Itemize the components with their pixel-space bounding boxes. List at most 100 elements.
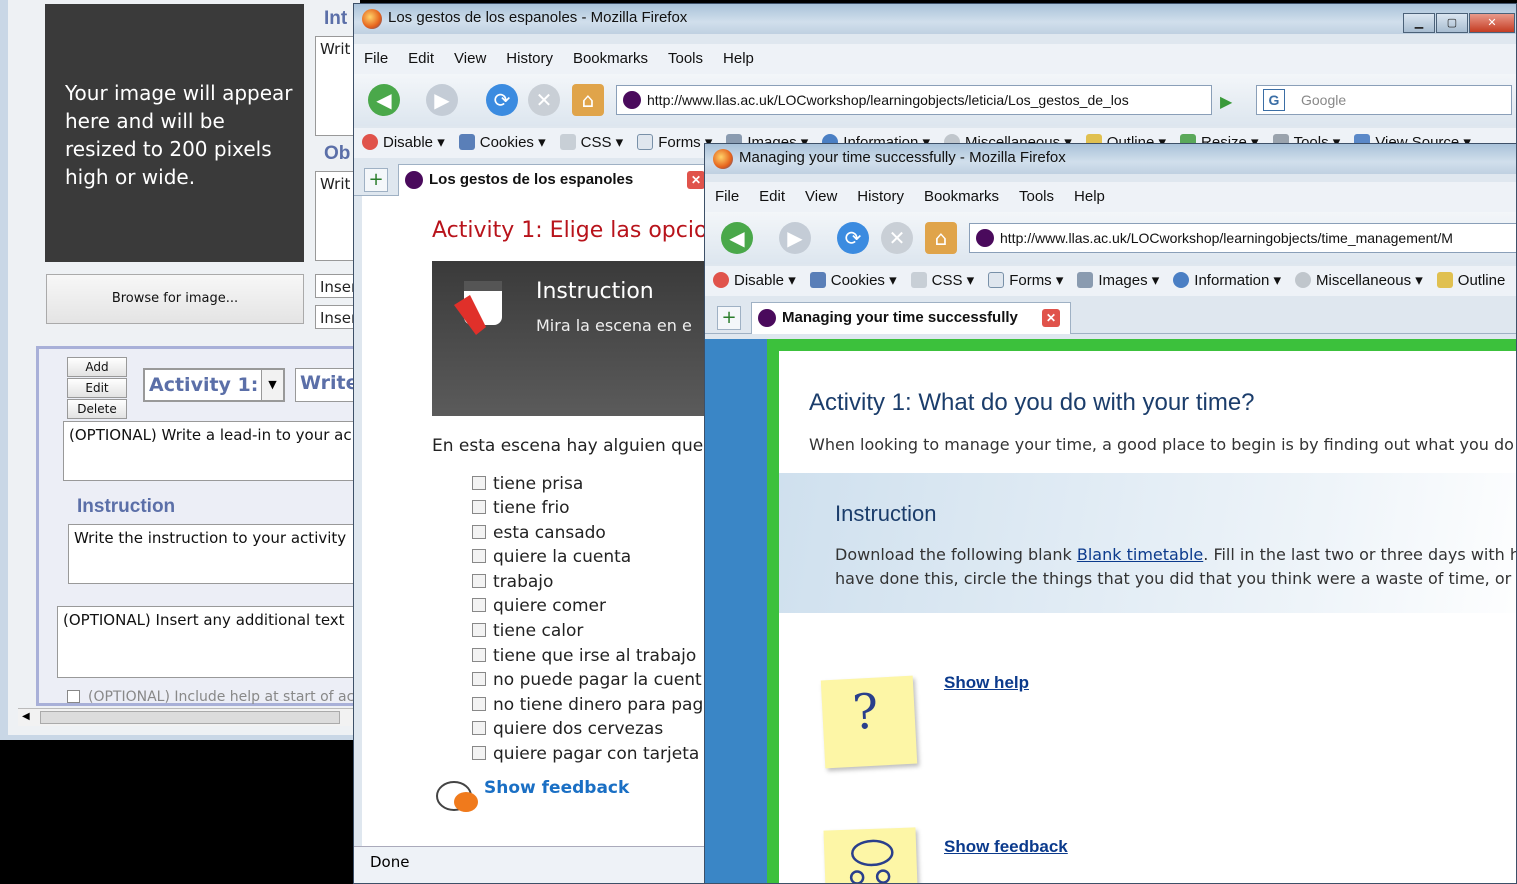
horizontal-scrollbar[interactable]: ◀ [18, 708, 360, 726]
scrollbar-thumb[interactable] [40, 711, 340, 724]
scroll-left-icon[interactable]: ◀ [22, 711, 30, 722]
window-title: Los gestos de los espanoles - Mozilla Fi… [388, 9, 688, 26]
page-content: Activity 1: What do you do with your tim… [705, 339, 1516, 883]
option-checkbox[interactable] [472, 549, 486, 563]
dev-forms[interactable]: Forms ▾ [988, 272, 1063, 289]
option-checkbox[interactable] [472, 525, 486, 539]
back-arrow-icon[interactable]: ◀ [368, 84, 400, 116]
menu-history[interactable]: History [506, 50, 553, 67]
dev-css[interactable]: CSS ▾ [559, 134, 623, 151]
url-bar[interactable]: http://www.llas.ac.uk/LOCworkshop/learni… [969, 223, 1516, 253]
title-bar[interactable]: Managing your time successfully - Mozill… [705, 144, 1516, 174]
maximize-button[interactable]: ▢ [1436, 13, 1468, 33]
blank-timetable-link[interactable]: Blank timetable [1077, 545, 1203, 564]
tab-close-icon[interactable]: ✕ [1042, 309, 1060, 327]
option-row[interactable]: no puede pagar la cuent [472, 670, 702, 690]
show-feedback-link[interactable]: Show feedback [484, 778, 629, 798]
new-tab-icon[interactable]: + [364, 168, 388, 192]
dev-outline[interactable]: Outline [1436, 272, 1505, 289]
disable-icon [362, 134, 378, 150]
navigation-toolbar: ◀ ▶ ⟳ ✕ ⌂ http://www.llas.ac.uk/LOCworks… [705, 212, 1516, 264]
search-input[interactable]: G Google [1256, 85, 1512, 115]
home-icon[interactable]: ⌂ [572, 84, 604, 116]
include-help-row[interactable]: (OPTIONAL) Include help at start of acti [67, 689, 360, 705]
option-checkbox[interactable] [472, 476, 486, 490]
new-tab-icon[interactable]: + [717, 306, 741, 330]
instruction-textarea[interactable]: Write the instruction to your activity [68, 524, 360, 584]
option-row[interactable]: tiene calor [472, 621, 583, 641]
option-checkbox[interactable] [472, 500, 486, 514]
dev-cookies[interactable]: Cookies ▾ [809, 272, 897, 289]
menu-tools[interactable]: Tools [668, 50, 703, 67]
show-feedback-link[interactable]: Show feedback [944, 837, 1068, 857]
menu-bookmarks[interactable]: Bookmarks [573, 50, 648, 67]
menu-help[interactable]: Help [723, 50, 754, 67]
stop-icon[interactable]: ✕ [881, 222, 913, 254]
menu-file[interactable]: File [364, 50, 388, 67]
menu-view[interactable]: View [454, 50, 486, 67]
stop-icon[interactable]: ✕ [528, 84, 560, 116]
forward-arrow-icon[interactable]: ▶ [426, 84, 458, 116]
menu-history[interactable]: History [857, 188, 904, 205]
close-button[interactable]: ✕ [1469, 13, 1515, 33]
option-row[interactable]: quiere dos cervezas [472, 719, 663, 739]
menu-view[interactable]: View [805, 188, 837, 205]
forward-arrow-icon[interactable]: ▶ [779, 222, 811, 254]
add-button[interactable]: Add [67, 357, 127, 377]
menu-edit[interactable]: Edit [408, 50, 434, 67]
option-checkbox[interactable] [472, 746, 486, 760]
option-row[interactable]: tiene que irse al trabajo [472, 646, 696, 666]
activity-title-field[interactable]: Write [295, 368, 360, 402]
option-checkbox[interactable] [472, 648, 486, 662]
dev-css[interactable]: CSS ▾ [910, 272, 974, 289]
dev-disable[interactable]: Disable ▾ [713, 272, 796, 289]
option-checkbox[interactable] [472, 574, 486, 588]
option-row[interactable]: trabajo [472, 572, 553, 592]
option-row[interactable]: quiere comer [472, 596, 606, 616]
reload-icon[interactable]: ⟳ [486, 84, 518, 116]
edit-button[interactable]: Edit [67, 378, 127, 398]
tab-close-icon[interactable]: ✕ [687, 171, 705, 189]
reload-icon[interactable]: ⟳ [837, 222, 869, 254]
option-checkbox[interactable] [472, 721, 486, 735]
option-checkbox[interactable] [472, 697, 486, 711]
dev-forms[interactable]: Forms ▾ [637, 134, 712, 151]
chevron-down-icon[interactable]: ▼ [261, 370, 283, 400]
url-bar[interactable]: http://www.llas.ac.uk/LOCworkshop/learni… [616, 85, 1212, 115]
option-label: quiere pagar con tarjeta [493, 744, 700, 764]
menu-file[interactable]: File [715, 188, 739, 205]
option-row[interactable]: tiene frio [472, 498, 570, 518]
menu-bookmarks[interactable]: Bookmarks [924, 188, 999, 205]
menu-help[interactable]: Help [1074, 188, 1105, 205]
option-row[interactable]: esta cansado [472, 523, 606, 543]
home-icon[interactable]: ⌂ [925, 222, 957, 254]
web-developer-toolbar: Disable ▾ Cookies ▾ CSS ▾ Forms ▾ Images ▾ In… [705, 266, 1516, 296]
dev-miscellaneous[interactable]: Miscellaneous ▾ [1295, 272, 1423, 289]
option-checkbox[interactable] [472, 623, 486, 637]
option-checkbox[interactable] [472, 598, 486, 612]
go-arrow-icon[interactable]: ▶ [1220, 92, 1232, 111]
option-row[interactable]: quiere la cuenta [472, 547, 631, 567]
dev-disable[interactable]: Disable ▾ [362, 134, 445, 151]
include-help-checkbox[interactable] [67, 690, 80, 703]
delete-button[interactable]: Delete [67, 399, 127, 419]
activity-select[interactable]: Activity 1: ▼ [143, 368, 285, 402]
tab-managing-time[interactable]: Managing your time successfully ✕ [751, 302, 1071, 334]
show-help-link[interactable]: Show help [944, 673, 1029, 693]
option-row[interactable]: tiene prisa [472, 474, 583, 494]
additional-textarea[interactable]: (OPTIONAL) Insert any additional text [57, 606, 360, 678]
dev-images[interactable]: Images ▾ [1077, 272, 1159, 289]
dev-cookies[interactable]: Cookies ▾ [458, 134, 546, 151]
leadin-textarea[interactable]: (OPTIONAL) Write a lead-in to your ac [63, 421, 360, 481]
minimize-button[interactable]: ▁ [1403, 13, 1435, 33]
tab-los-gestos[interactable]: Los gestos de los espanoles ✕ [398, 164, 708, 196]
back-arrow-icon[interactable]: ◀ [721, 222, 753, 254]
browse-image-button[interactable]: Browse for image... [46, 274, 304, 324]
option-checkbox[interactable] [472, 672, 486, 686]
option-row[interactable]: no tiene dinero para pag [472, 695, 703, 715]
title-bar[interactable]: Los gestos de los espanoles - Mozilla Fi… [354, 4, 1516, 34]
option-row[interactable]: quiere pagar con tarjeta [472, 744, 699, 764]
menu-tools[interactable]: Tools [1019, 188, 1054, 205]
menu-edit[interactable]: Edit [759, 188, 785, 205]
dev-information[interactable]: Information ▾ [1173, 272, 1281, 289]
